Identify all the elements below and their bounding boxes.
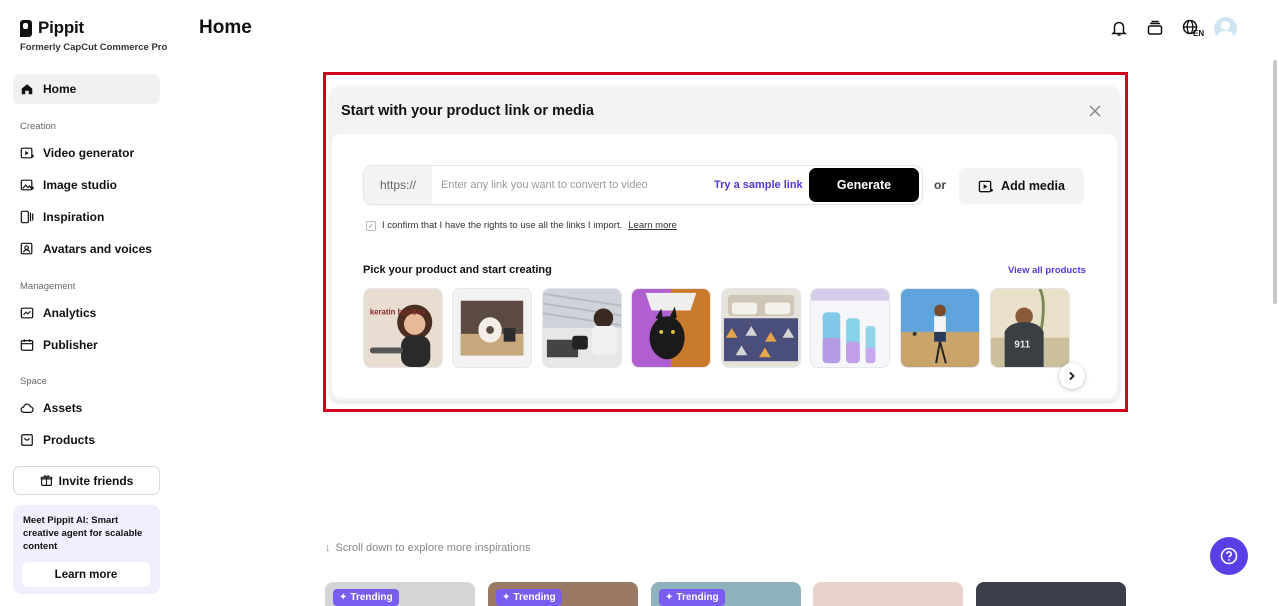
brand-name: Pippit — [38, 18, 85, 37]
trending-card-1[interactable]: ✦ Trending — [325, 582, 475, 606]
trending-card-3[interactable]: ✦ Trending — [651, 582, 801, 606]
panel-title: Start with your product link or media — [341, 103, 594, 119]
chevron-right-icon — [1069, 371, 1075, 381]
language-code: EN — [1193, 29, 1205, 38]
stack-icon — [1147, 20, 1163, 35]
water-bottles-image — [811, 289, 889, 367]
inspiration-icon — [20, 210, 34, 224]
sparkle-icon: ✦ — [665, 592, 674, 603]
pippit-logo-icon — [20, 19, 32, 37]
help-button[interactable] — [1210, 537, 1248, 575]
section-label-management: Management — [20, 281, 76, 292]
home-icon — [21, 84, 33, 95]
question-icon — [1220, 547, 1238, 565]
pick-product-title: Pick your product and start creating — [363, 264, 552, 276]
trending-card-2[interactable]: ✦ Trending — [488, 582, 638, 606]
sidebar-item-products[interactable]: Products — [13, 425, 160, 455]
invite-friends-button[interactable]: Invite friends — [13, 466, 160, 495]
trending-card-5[interactable] — [976, 582, 1126, 606]
product-box-icon — [21, 434, 33, 446]
carousel-next-button[interactable] — [1059, 363, 1085, 389]
product-thumb-espresso[interactable] — [631, 288, 711, 368]
link-input-box: https:// Try a sample link Generate — [363, 165, 923, 205]
sidebar-item-analytics[interactable]: Analytics — [13, 298, 160, 328]
section-label-space: Space — [20, 376, 47, 387]
sidebar-item-publisher[interactable]: Publisher — [13, 330, 160, 360]
confirm-text: I confirm that I have the rights to use … — [382, 220, 623, 231]
video-generator-icon — [20, 147, 34, 159]
espresso-image — [632, 289, 710, 367]
hair-brush-image: keratin bristles — [364, 289, 442, 367]
sidebar-item-assets[interactable]: Assets — [13, 393, 160, 423]
product-thumb-tshirt[interactable]: 911 — [990, 288, 1070, 368]
page-scrollbar[interactable] — [1273, 60, 1277, 304]
avatar-voice-icon — [20, 242, 33, 255]
trending-badge: ✦ Trending — [496, 589, 562, 606]
link-input[interactable] — [441, 175, 711, 195]
calendar-icon — [20, 339, 34, 351]
pippit-ai-promo: Meet Pippit AI: Smart creative agent for… — [13, 505, 160, 594]
promo-learn-more-button[interactable]: Learn more — [22, 562, 150, 587]
brand-logo[interactable]: Pippit — [20, 18, 84, 38]
wallet-button[interactable] — [1144, 17, 1166, 39]
trending-badge: ✦ Trending — [333, 589, 399, 606]
section-label-creation: Creation — [20, 121, 56, 132]
product-thumb-hair-brush[interactable]: keratin bristles — [363, 288, 443, 368]
trending-badge: ✦ Trending — [659, 589, 725, 606]
rights-confirmation: ✓ I confirm that I have the rights to us… — [366, 220, 677, 231]
svg-text:911: 911 — [1014, 340, 1030, 351]
analytics-icon — [20, 307, 34, 319]
desk-fan-image — [543, 289, 621, 367]
sparkle-icon: ✦ — [339, 592, 348, 603]
gift-icon — [40, 475, 52, 486]
sidebar-item-avatars-voices[interactable]: Avatars and voices — [13, 234, 160, 264]
trending-card-4[interactable] — [813, 582, 963, 606]
add-media-button[interactable]: Add media — [959, 168, 1084, 204]
brand-subtitle: Formerly CapCut Commerce Pro — [20, 42, 168, 53]
confirm-learn-more-link[interactable]: Learn more — [628, 220, 677, 231]
add-media-icon — [978, 180, 994, 192]
product-thumb-vase[interactable] — [452, 288, 532, 368]
product-thumb-bedding[interactable] — [721, 288, 801, 368]
bedding-image — [722, 289, 800, 367]
start-panel: Start with your product link or media ht… — [330, 86, 1119, 401]
scroll-hint: ↓ Scroll down to explore more inspiratio… — [325, 542, 531, 554]
beach-stand-image — [901, 289, 979, 367]
arrow-down-icon: ↓ — [325, 542, 331, 554]
link-prefix: https:// — [364, 166, 432, 204]
sidebar-item-video-generator[interactable]: Video generator — [13, 138, 160, 168]
rights-checkbox[interactable]: ✓ — [366, 220, 376, 231]
generate-button[interactable]: Generate — [809, 168, 919, 202]
thumb-caption: keratin bristles — [370, 307, 426, 316]
product-thumb-desk-fan[interactable] — [542, 288, 622, 368]
product-thumb-beach-stand[interactable] — [900, 288, 980, 368]
or-separator: or — [934, 178, 946, 192]
tshirt-image: 911 — [991, 289, 1069, 367]
cloud-icon — [20, 403, 34, 413]
sparkle-icon: ✦ — [502, 592, 511, 603]
product-carousel: keratin bristles 911 — [363, 288, 1085, 368]
user-avatar[interactable] — [1214, 17, 1237, 40]
sidebar-item-home[interactable]: Home — [13, 74, 160, 104]
panel-content: https:// Try a sample link Generate or A… — [332, 134, 1117, 398]
sidebar-item-inspiration[interactable]: Inspiration — [13, 202, 160, 232]
vase-image — [453, 289, 531, 367]
product-thumb-water-bottles[interactable] — [810, 288, 890, 368]
page-title: Home — [199, 17, 252, 38]
notifications-button[interactable] — [1108, 17, 1130, 39]
try-sample-link[interactable]: Try a sample link — [714, 179, 803, 191]
promo-text: Meet Pippit AI: Smart creative agent for… — [23, 515, 143, 552]
close-icon[interactable] — [1088, 104, 1102, 118]
sidebar-item-image-studio[interactable]: Image studio — [13, 170, 160, 200]
image-studio-icon — [20, 179, 34, 191]
bell-icon — [1111, 21, 1127, 36]
sidebar: Pippit Formerly CapCut Commerce Pro Home… — [0, 0, 172, 606]
view-all-products-link[interactable]: View all products — [1008, 265, 1086, 276]
